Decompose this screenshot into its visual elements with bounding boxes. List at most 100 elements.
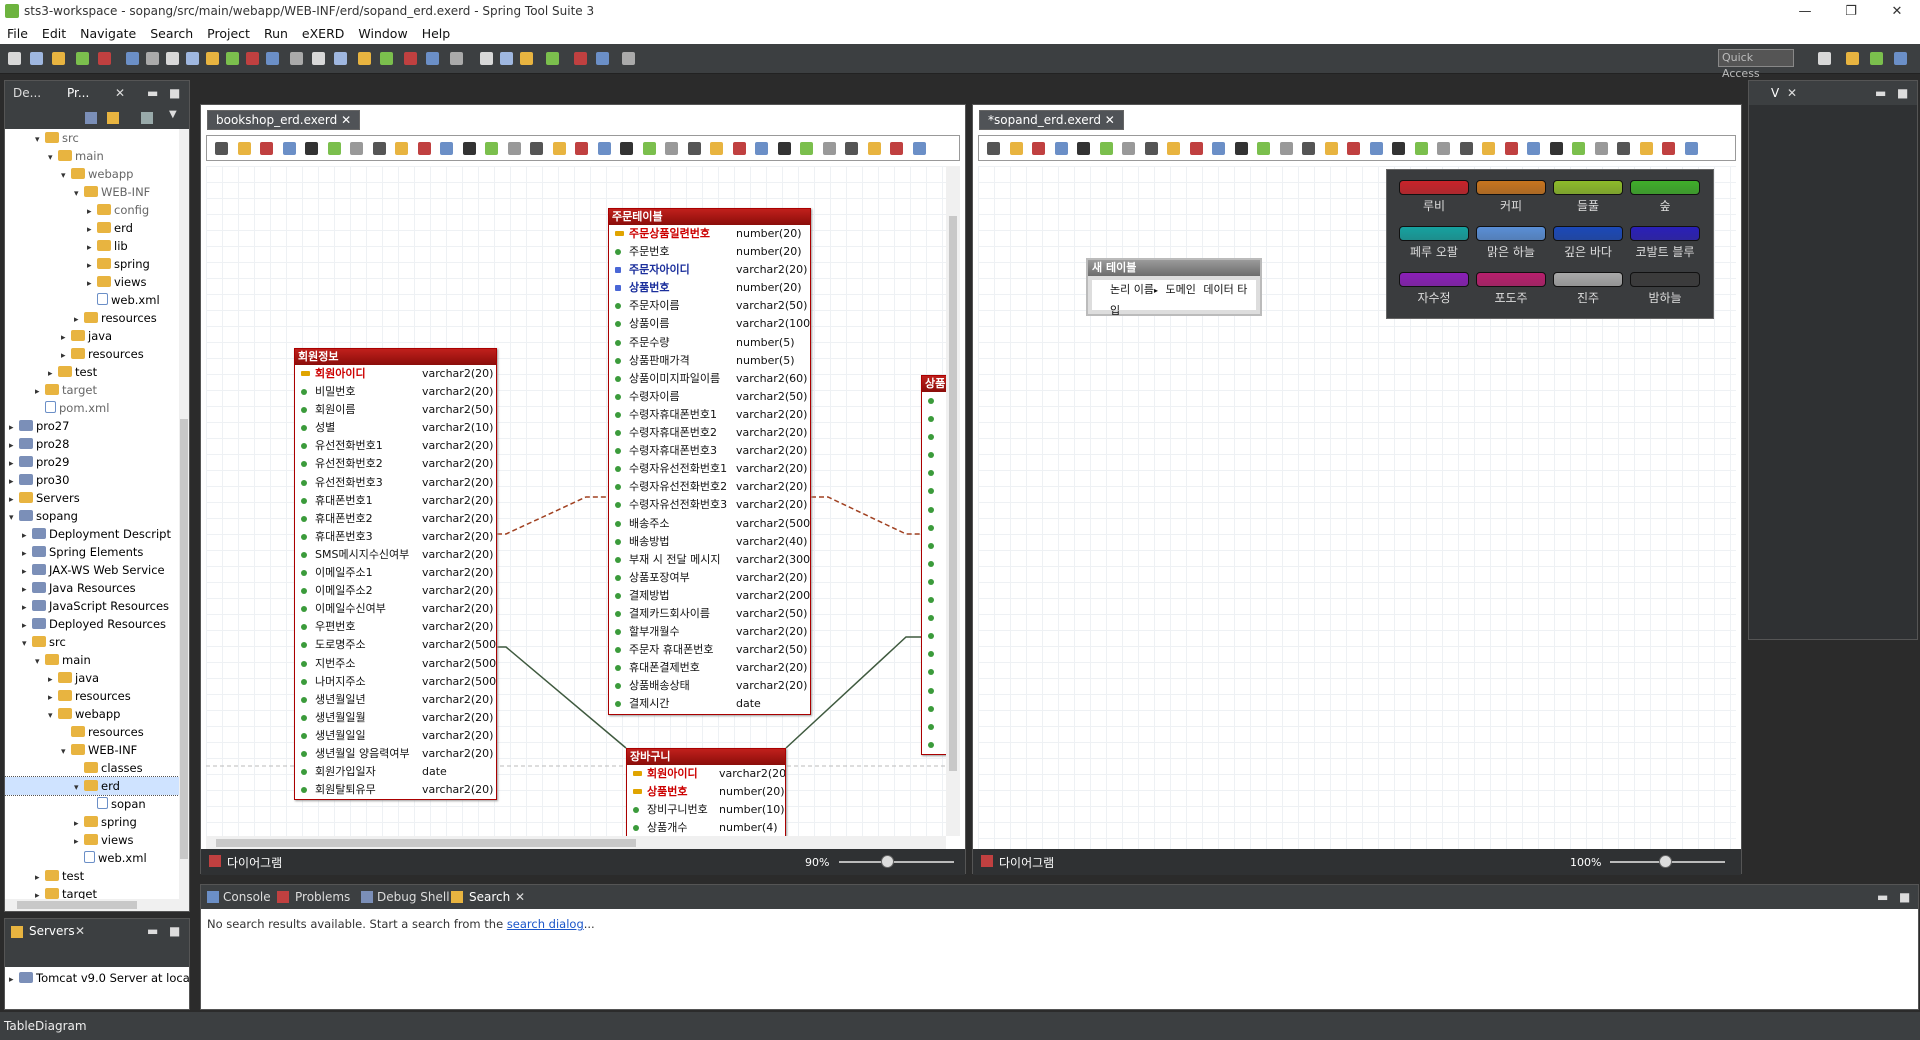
erd-tool-icon[interactable] (687, 142, 701, 155)
menu-search[interactable]: Search (143, 24, 200, 44)
menu-run[interactable]: Run (257, 24, 295, 44)
tree-item[interactable]: web.xml (5, 849, 179, 867)
erd-tool-icon[interactable] (1369, 142, 1383, 155)
table-column[interactable]: 부재 시 전달 메시지 varchar2(300 (609, 551, 810, 569)
color-swatch[interactable] (1630, 272, 1700, 287)
relationship-order-product[interactable] (811, 496, 921, 535)
tree-item[interactable]: pom.xml (5, 399, 179, 417)
erd-tool-icon[interactable] (1077, 142, 1090, 155)
table-column[interactable]: 주문수량 number(5) (609, 334, 810, 352)
menu-exerd[interactable]: eXERD (295, 24, 351, 44)
tree-item[interactable]: ▾ erd (5, 776, 179, 796)
table-column[interactable]: 비밀번호 varchar2(20) (295, 383, 496, 401)
toolbar-button-icon[interactable] (312, 52, 325, 65)
server-item[interactable]: ▸ Tomcat v9.0 Server at loca (9, 969, 190, 987)
erd-tool-icon[interactable] (1459, 142, 1473, 155)
erd-tool-icon[interactable] (1549, 142, 1563, 155)
erd-tool-icon[interactable] (1212, 142, 1225, 155)
toolbar-button-icon[interactable] (186, 52, 199, 65)
toolbar-button-icon[interactable] (30, 52, 43, 65)
table-column[interactable] (922, 591, 946, 609)
erd-tool-icon[interactable] (642, 142, 656, 155)
erd-tool-icon[interactable] (1347, 142, 1360, 155)
toolbar-button-icon[interactable] (596, 52, 609, 65)
tree-item[interactable]: ▸ java (5, 327, 179, 345)
table-column[interactable] (922, 410, 946, 428)
toolbar-button-icon[interactable] (146, 52, 159, 65)
tab-sopand-erd[interactable]: *sopand_erd.exerd ✕ (979, 110, 1124, 130)
table-column[interactable]: 회원탈퇴유무 varchar2(20) (295, 781, 496, 799)
tree-item[interactable]: ▸ config (5, 201, 179, 219)
zoom-slider[interactable] (839, 861, 954, 863)
table-column[interactable] (922, 537, 946, 555)
tree-item[interactable]: sopan (5, 795, 179, 813)
erd-tool-icon[interactable] (800, 142, 813, 155)
table-column[interactable] (922, 718, 946, 736)
tab-diagram[interactable]: 다이어그램 (227, 854, 282, 871)
tab-outline[interactable]: V (1771, 86, 1779, 100)
minimize-button[interactable]: — (1782, 0, 1828, 24)
tree-item[interactable]: ▾ WEB-INF (5, 741, 179, 759)
table-column[interactable] (922, 573, 946, 591)
close-window-button[interactable]: ✕ (1874, 0, 1920, 24)
erd-tool-icon[interactable] (1324, 142, 1338, 155)
erd-tool-icon[interactable] (1302, 142, 1315, 155)
erd-tool-icon[interactable] (1617, 142, 1630, 155)
table-column[interactable] (922, 555, 946, 573)
close-icon[interactable]: ✕ (515, 890, 525, 904)
table-column[interactable]: 상품배송상태 varchar2(20) (609, 677, 810, 695)
table-column[interactable]: 주문상품일련번호 number(20) (609, 225, 810, 243)
table-column[interactable]: 생년월일 양음력여부 varchar2(20) (295, 745, 496, 763)
erd-tool-icon[interactable] (260, 142, 273, 155)
tree-item[interactable]: ▸ lib (5, 237, 179, 255)
close-icon[interactable]: ✕ (1105, 113, 1115, 127)
tab-servers[interactable]: Servers (29, 924, 75, 938)
erd-tool-icon[interactable] (890, 142, 903, 155)
table-column[interactable]: 유선전화번호3 varchar2(20) (295, 474, 496, 492)
table-column[interactable]: 회원아이디 varchar2(20) (627, 765, 785, 783)
table-column[interactable] (922, 428, 946, 446)
erd-tool-icon[interactable] (1279, 142, 1293, 155)
table-column[interactable] (922, 700, 946, 718)
color-swatch[interactable] (1399, 180, 1469, 195)
tree-item[interactable]: ▾ webapp (5, 165, 179, 183)
minimize-icon[interactable]: ▬ (147, 86, 158, 100)
toolbar-button-icon[interactable] (520, 52, 533, 65)
toolbar-button-icon[interactable] (574, 52, 587, 65)
erd-table[interactable]: 장바구니 회원아이디 varchar2(20) 상품번호 number(20) 장비구니번… (626, 748, 786, 836)
erd-tool-icon[interactable] (1414, 142, 1428, 155)
table-column[interactable]: 주문번호 number(20) (609, 243, 810, 261)
zoom-slider-handle[interactable] (1659, 855, 1672, 868)
chevron-down-icon[interactable]: ▼ (169, 109, 177, 120)
table-column[interactable]: 유선전화번호2 varchar2(20) (295, 455, 496, 473)
erd-tool-icon[interactable] (1482, 142, 1495, 155)
relationship-member-cart[interactable] (497, 646, 627, 749)
table-column[interactable]: 할부개월수 varchar2(20) (609, 623, 810, 641)
erd-canvas[interactable]: 회원정보 회원아이디 varchar2(20) 비밀번호 varchar2(20) 회원이… (206, 166, 946, 836)
tree-item[interactable]: ▸ pro30 (5, 471, 179, 489)
color-swatch[interactable] (1476, 226, 1546, 241)
erd-tool-icon[interactable] (1527, 142, 1540, 155)
toolbar-button-icon[interactable] (546, 52, 559, 65)
new-table[interactable]: 새 테이블 논리 이름▸ 도메인 데이터 타입 (1086, 258, 1262, 317)
table-column[interactable]: 수령자유선전화번호1 varchar2(20) (609, 460, 810, 478)
tree-item[interactable]: ▾ WEB-INF (5, 183, 179, 201)
zoom-slider-handle[interactable] (881, 855, 894, 868)
close-icon[interactable]: ✕ (115, 86, 125, 100)
erd-tool-icon[interactable] (440, 142, 453, 155)
table-column[interactable] (922, 464, 946, 482)
table-column[interactable]: 상품판매가격 number(5) (609, 352, 810, 370)
toolbar-button-icon[interactable] (266, 52, 279, 65)
tree-item[interactable]: ▸ pro28 (5, 435, 179, 453)
tab-debug-shell[interactable]: Debug Shell (377, 890, 450, 904)
table-column[interactable]: 이메일주소1 varchar2(20) (295, 564, 496, 582)
table-column[interactable]: 생년월일년 varchar2(20) (295, 691, 496, 709)
erd-tool-icon[interactable] (755, 142, 768, 155)
tree-item[interactable]: ▸ views (5, 831, 179, 849)
close-icon[interactable]: ✕ (1787, 86, 1797, 100)
erd-tool-icon[interactable] (350, 142, 363, 155)
toolbar-button-icon[interactable] (76, 52, 89, 65)
table-column[interactable] (922, 519, 946, 537)
search-dialog-link[interactable]: search dialog (507, 917, 584, 931)
color-swatch[interactable] (1630, 226, 1700, 241)
